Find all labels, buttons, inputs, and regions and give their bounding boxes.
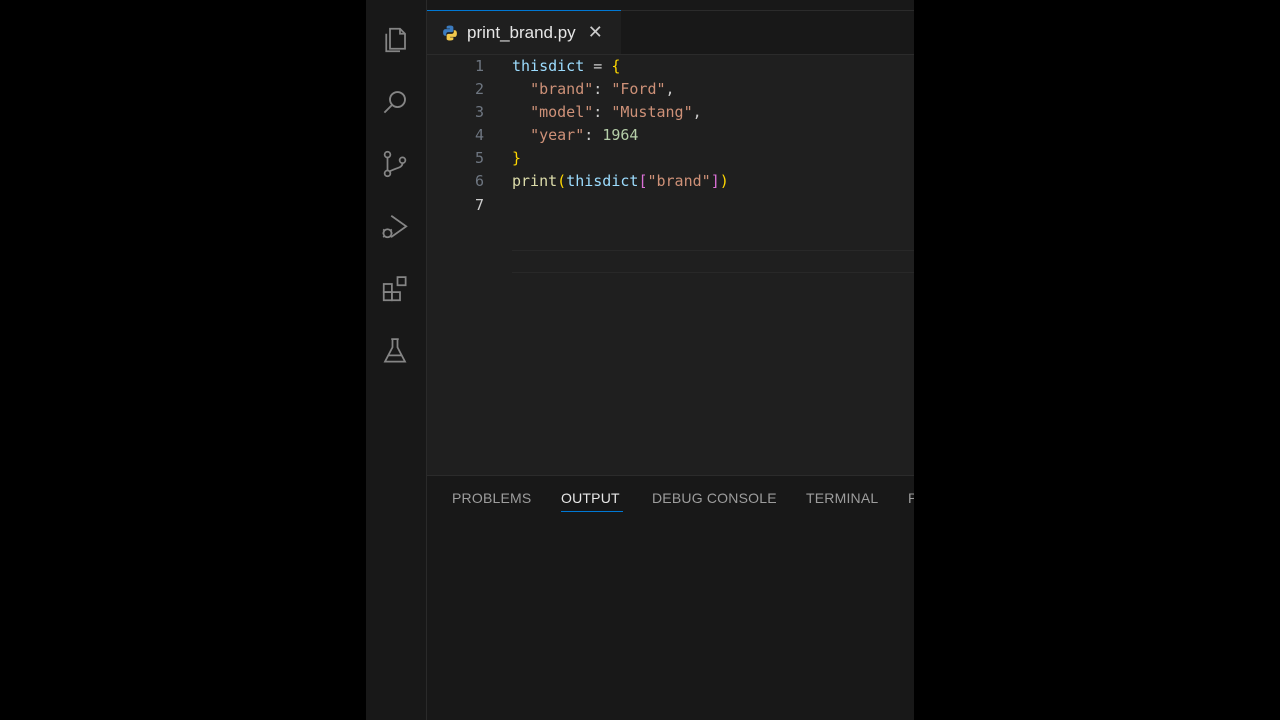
tab-bar: print_brand.py ✕ <box>427 0 914 55</box>
code-line: 5 } <box>427 147 914 170</box>
token: "Ford" <box>611 80 666 98</box>
line-number: 3 <box>474 103 484 121</box>
tab-terminal[interactable]: TERMINAL <box>806 490 878 506</box>
token: , <box>665 80 675 98</box>
testing-icon[interactable] <box>377 333 413 369</box>
panel-tabs: PROBLEMS OUTPUT DEBUG CONSOLE TERMINAL P <box>427 476 914 522</box>
token: "year" <box>530 126 585 144</box>
token: ) <box>719 172 729 190</box>
token: : <box>593 103 612 121</box>
code-line: 4 "year": 1964 <box>427 124 914 147</box>
line-number: 7 <box>474 196 484 214</box>
line-number: 1 <box>474 57 484 75</box>
line-number: 2 <box>474 80 484 98</box>
tab-debug-console[interactable]: DEBUG CONSOLE <box>652 490 777 506</box>
token: "brand" <box>647 172 711 190</box>
token: { <box>611 57 621 75</box>
code-line: 2 "brand": "Ford", <box>427 78 914 101</box>
tab-output[interactable]: OUTPUT <box>561 490 620 506</box>
line-number: 5 <box>474 149 484 167</box>
vscode-window: print_brand.py ✕ 1 thisdict = { 2 "brand… <box>366 0 914 720</box>
source-control-icon[interactable] <box>377 146 413 182</box>
active-tab-indicator <box>561 511 623 512</box>
code-line: 3 "model": "Mustang", <box>427 101 914 124</box>
token: } <box>512 149 522 167</box>
code-editor[interactable]: 1 thisdict = { 2 "brand": "Ford", 3 "mod… <box>427 55 914 475</box>
tab-print-brand[interactable]: print_brand.py ✕ <box>427 10 621 54</box>
tab-problems[interactable]: PROBLEMS <box>452 490 531 506</box>
token: , <box>692 103 702 121</box>
token: ( <box>557 172 567 190</box>
files-icon[interactable] <box>377 22 413 58</box>
tab-ports[interactable]: P <box>908 490 914 506</box>
token: ] <box>710 172 720 190</box>
run-debug-icon[interactable] <box>377 209 413 245</box>
token: print <box>512 172 558 190</box>
search-icon[interactable] <box>377 84 413 120</box>
current-line-highlight <box>512 250 914 273</box>
line-number: 6 <box>474 172 484 190</box>
token: "brand" <box>530 80 594 98</box>
code-line: 7 <box>427 194 914 217</box>
code-line: 6 print(thisdict["brand"]) <box>427 170 914 193</box>
bottom-panel: PROBLEMS OUTPUT DEBUG CONSOLE TERMINAL P <box>427 475 914 720</box>
token: = <box>584 57 612 75</box>
token: 1964 <box>602 126 639 144</box>
token: "model" <box>530 103 594 121</box>
tab-label: print_brand.py <box>467 22 576 42</box>
activity-bar <box>366 0 427 720</box>
token: : <box>584 126 603 144</box>
token: thisdict <box>566 172 639 190</box>
python-icon <box>443 25 457 40</box>
line-number: 4 <box>474 126 484 144</box>
token: "Mustang" <box>611 103 693 121</box>
close-icon[interactable]: ✕ <box>588 22 603 43</box>
code-line: 1 thisdict = { <box>427 55 914 78</box>
token: thisdict <box>512 57 585 75</box>
extensions-icon[interactable] <box>377 271 413 307</box>
token: : <box>593 80 612 98</box>
